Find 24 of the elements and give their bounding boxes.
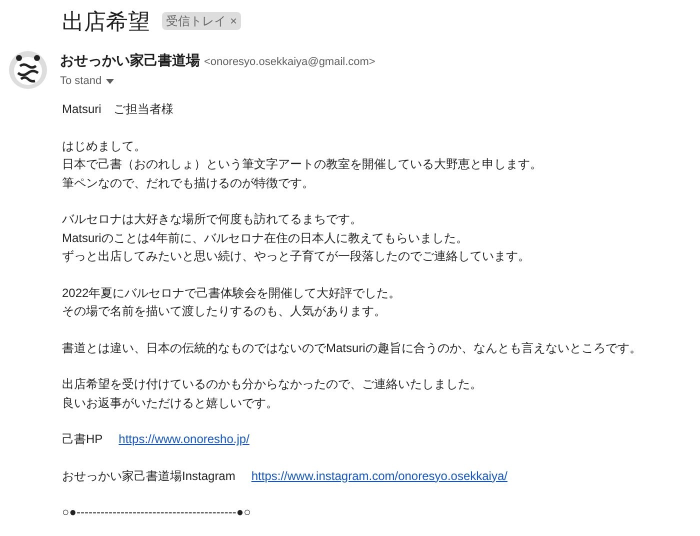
sender-name: おせっかい家己書道場: [60, 51, 200, 70]
dropdown-icon[interactable]: [106, 78, 114, 84]
body-text: 2022年夏にバルセロナで己書体験会を開催して大好評でした。: [62, 284, 402, 302]
body-text: 良いお返事がいただけると嬉しいです。: [62, 394, 279, 412]
body-text: その場で名前を描いて渡したりするのも、人気があります。: [62, 303, 387, 320]
body-text: はじめまして。: [62, 138, 147, 154]
body-text: 書道とは違い、日本の伝統的なものではないのでMatsuriの趣旨に合うのか、なんとも言えないところです。: [62, 340, 642, 356]
url-link[interactable]: https://www.onoresho.jp/: [118, 430, 250, 448]
link-label: おせっかい家己書道場Instagram: [62, 468, 236, 484]
body-text: Matsuri ご担当者様: [62, 101, 174, 118]
avatar-icon: [8, 50, 48, 90]
email-subject: 出店希望: [62, 8, 150, 36]
link-label: 己書HP: [62, 431, 103, 448]
recipient-text: To stand: [60, 74, 102, 89]
body-text: ○●----------------------------------------●○: [62, 504, 252, 521]
body-text: バルセロナは大好きな場所で何度も訪れてるまちです。: [62, 211, 363, 228]
body-text: 日本で己書（おのれしょ）という筆文字アートの教室を開催している大野恵と申します。: [62, 156, 543, 173]
body-text: ずっと出店してみたいと思い続け、やっと子育てが一段落したのでご連絡しています。: [62, 248, 531, 265]
body-text: 筆ペンなので、だれでも描けるのが特徴です。: [62, 174, 315, 192]
inbox-label[interactable]: 受信トレイ ×: [162, 12, 242, 30]
sender-email: <onoresyo.osekkaiya@gmail.com>: [204, 55, 376, 70]
body-text: Matsuriのことは4年前に、バルセロナ在住の日本人に教えてもらいました。: [62, 230, 470, 246]
body-text: 出店希望を受け付けているのかも分からなかったので、ご連絡いたしました。: [62, 376, 483, 393]
url-link[interactable]: https://www.instagram.com/onoresyo.osekkaiya/: [251, 466, 508, 485]
